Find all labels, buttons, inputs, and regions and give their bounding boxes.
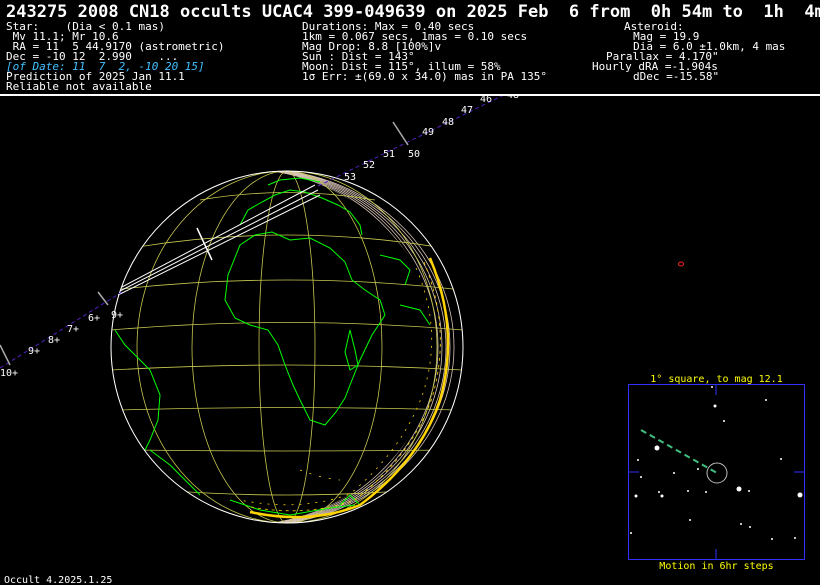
star-chart-caption: Motion in 6hr steps (659, 561, 774, 572)
asteroid-motion-line (640, 429, 718, 474)
path-label-9b: 9+ (111, 310, 123, 321)
app-version: Occult 4.2025.1.25 (4, 575, 113, 585)
path-label-8: 8+ (48, 335, 60, 346)
path-label-47: 47 (461, 105, 473, 116)
path-label-7: 7+ (67, 324, 79, 335)
path-label-49: 49 (422, 127, 434, 138)
path-label-10: 10+ (0, 368, 18, 379)
error-ellipse: 1σ Err: ±(69.0 x 34.0) mas in PA 135° (302, 70, 548, 83)
path-label-51: 51 (383, 149, 395, 160)
path-label-9: 9+ (28, 346, 40, 357)
path-label-46: 46 (480, 96, 492, 105)
star-chart-canvas (629, 385, 804, 559)
red-marker (678, 261, 684, 267)
path-label-6: 6+ (88, 313, 100, 324)
path-label-53: 53 (344, 172, 356, 183)
path-label-48b: 48 (507, 96, 519, 101)
event-title: 243275 2008 CN18 occults UCAC4 399-04963… (6, 2, 820, 22)
path-label-48: 48 (442, 117, 454, 128)
star-chart[interactable] (628, 384, 805, 560)
reliability-status: Reliable not available (6, 80, 152, 93)
path-label-52: 52 (363, 160, 375, 171)
occult-window: 243275 2008 CN18 occults UCAC4 399-04963… (0, 0, 820, 585)
ddec: dDec =-15.58" (633, 70, 720, 83)
path-label-50: 50 (408, 149, 420, 160)
